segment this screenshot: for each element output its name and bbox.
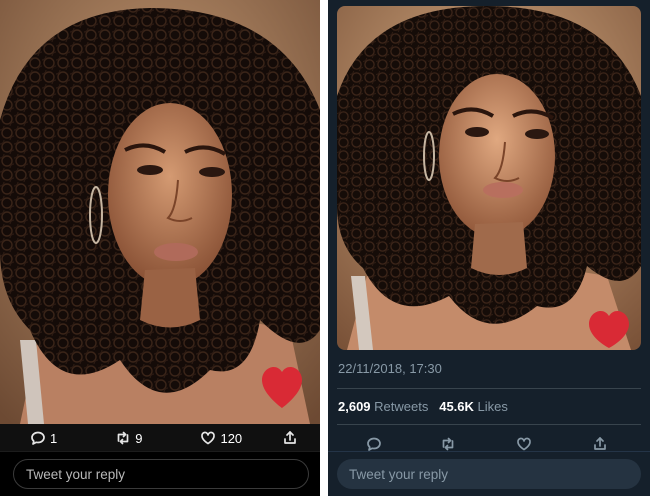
selfie-photo <box>0 0 320 424</box>
retweet-action[interactable] <box>440 436 456 452</box>
selfie-photo <box>337 6 641 350</box>
reply-action[interactable] <box>366 436 382 452</box>
retweet-count: 9 <box>135 430 143 446</box>
retweet-icon <box>117 431 129 445</box>
like-action[interactable]: 120 <box>200 430 242 446</box>
tweet-reply-input[interactable]: Tweet your reply <box>337 459 641 489</box>
share-icon <box>284 431 297 444</box>
reply-bubble-icon <box>367 437 381 451</box>
reply-placeholder: Tweet your reply <box>26 466 126 482</box>
likes-label: Likes <box>477 399 508 414</box>
reply-bar: Tweet your reply <box>328 451 650 496</box>
like-count: 120 <box>220 430 243 446</box>
divider <box>337 424 641 425</box>
share-action[interactable] <box>592 436 608 452</box>
like-action[interactable] <box>516 436 532 452</box>
reply-bar: Tweet your reply <box>0 451 320 496</box>
retweets-label: Retweets <box>374 399 429 414</box>
share-action[interactable] <box>282 430 298 446</box>
reply-action[interactable]: 1 <box>30 430 57 446</box>
reply-count: 1 <box>50 430 58 446</box>
tweet-timestamp: 22/11/2018, 17:30 <box>338 361 442 376</box>
divider <box>337 388 641 389</box>
retweet-icon <box>442 437 454 451</box>
tweet-stats: 2,609 Retweets 45.6K Likes <box>338 399 508 414</box>
likes-count: 45.6K <box>439 399 474 414</box>
heart-outline-icon <box>517 437 531 451</box>
tweet-reply-input[interactable]: Tweet your reply <box>13 459 309 489</box>
share-icon <box>594 437 606 450</box>
right-tweet-screenshot: 22/11/2018, 17:30 2,609 Retweets 45.6K L… <box>328 0 650 496</box>
tweet-photo[interactable] <box>337 6 641 350</box>
retweets-count: 2,609 <box>338 399 371 414</box>
retweets-stat[interactable]: 2,609 Retweets <box>338 399 428 414</box>
left-tweet-screenshot: 1 9 120 Tweet your reply <box>0 0 320 496</box>
tweet-photo[interactable] <box>0 0 320 424</box>
likes-stat[interactable]: 45.6K Likes <box>439 399 508 414</box>
reply-bubble-icon <box>31 431 45 445</box>
heart-outline-icon <box>201 431 216 445</box>
retweet-action[interactable]: 9 <box>115 430 142 446</box>
reply-placeholder: Tweet your reply <box>349 466 449 482</box>
tweet-action-bar: 1 9 120 <box>0 424 320 452</box>
